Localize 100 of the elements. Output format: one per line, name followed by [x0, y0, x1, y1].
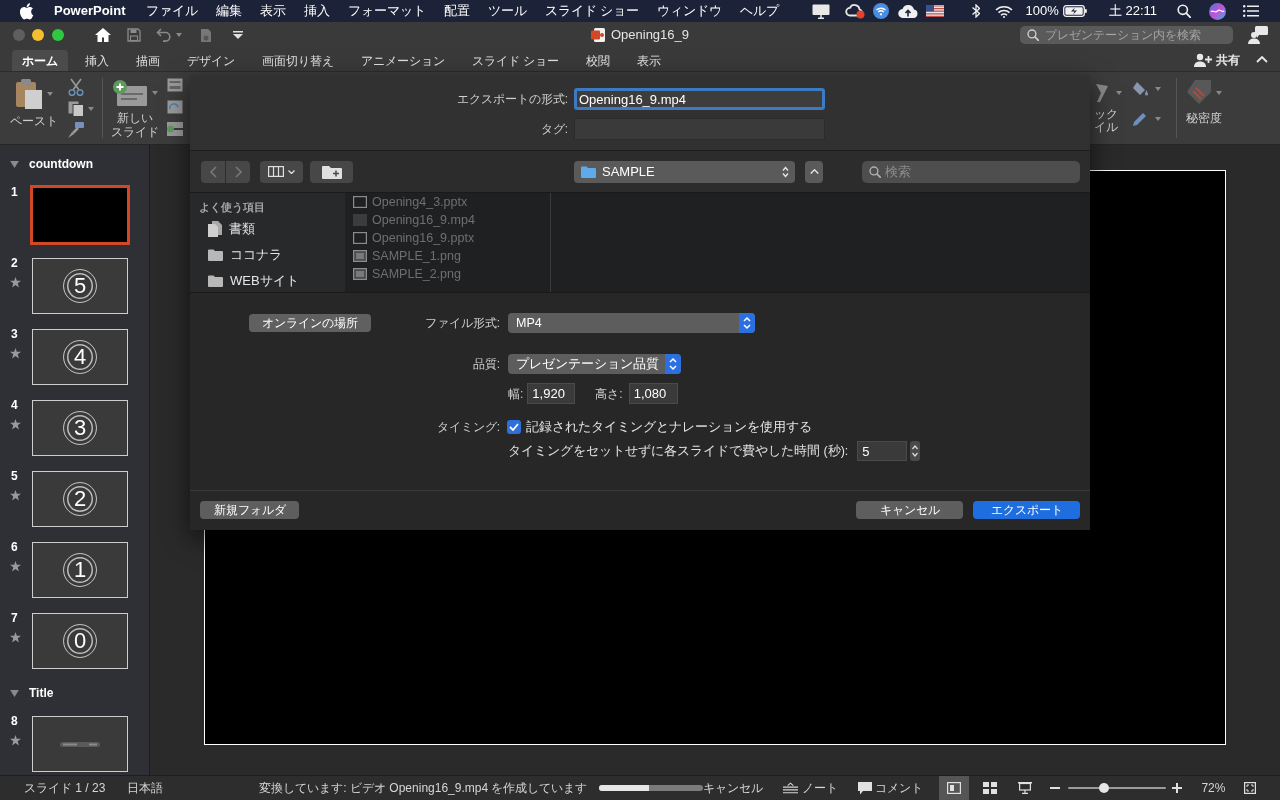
minimize-button[interactable] — [32, 29, 44, 41]
disclosure-triangle-icon[interactable] — [10, 689, 19, 697]
sidebar-item[interactable]: 書類 — [208, 216, 255, 242]
menu-item[interactable]: 編集 — [215, 1, 242, 21]
width-field[interactable]: 1,920 — [527, 383, 576, 404]
ribbon-tab[interactable]: 挿入 — [75, 50, 119, 71]
slide-thumbnail[interactable]: 3 — [32, 400, 128, 456]
ribbon-tab[interactable]: 画面切り替え — [252, 50, 344, 71]
section-icon[interactable] — [167, 122, 183, 136]
view-options-button[interactable] — [260, 160, 303, 183]
parent-folder-button[interactable] — [805, 160, 823, 183]
zoom-percentage[interactable]: 72% — [1201, 779, 1226, 797]
undo-icon[interactable] — [156, 28, 172, 42]
checkbox[interactable] — [507, 420, 521, 434]
menu-item[interactable]: ウィンドウ — [657, 1, 723, 21]
ribbon-tab[interactable]: スライド ショー — [462, 50, 570, 71]
style-button[interactable]: ック イル — [1094, 84, 1122, 134]
zoom-slider[interactable] — [1068, 783, 1167, 793]
new-folder-icon-button[interactable] — [310, 160, 353, 183]
share-button[interactable]: 共有 — [1194, 50, 1240, 69]
pencil-icon[interactable] — [1132, 111, 1149, 127]
quality-dropdown[interactable]: プレゼンテーション品質 — [508, 354, 681, 374]
plus-icon[interactable] — [1172, 783, 1183, 793]
menu-item[interactable]: ヘルプ — [740, 1, 780, 21]
fit-to-window-icon[interactable] — [1244, 782, 1257, 794]
wifi-icon[interactable] — [994, 4, 1013, 18]
filename-field[interactable]: Opening16_9.mp4 — [574, 88, 825, 110]
customize-toolbar-icon[interactable] — [233, 31, 243, 39]
caret-icon[interactable] — [1155, 117, 1161, 121]
comment-icon[interactable] — [1248, 26, 1268, 44]
caret-up-icon[interactable] — [1256, 56, 1268, 63]
caret-icon[interactable] — [176, 33, 182, 37]
menu-item[interactable]: ファイル — [145, 1, 198, 21]
search-icon[interactable] — [1177, 4, 1191, 18]
paint-bucket-icon[interactable] — [1132, 81, 1149, 97]
view-button[interactable] — [939, 776, 970, 800]
save-icon[interactable] — [127, 28, 141, 42]
caret-icon[interactable] — [88, 107, 94, 111]
slide-thumbnail[interactable]: 2 — [32, 471, 128, 527]
comments-button[interactable]: コメント — [858, 779, 924, 797]
cancel-link[interactable]: キャンセル — [703, 779, 764, 797]
online-locations-button[interactable]: オンラインの場所 — [249, 314, 371, 332]
sidebar-item[interactable]: WEBサイト — [208, 268, 299, 292]
ribbon-tab[interactable]: デザイン — [177, 50, 245, 71]
menu-item[interactable]: 配置 — [443, 1, 470, 21]
battery-charging-icon[interactable] — [1062, 5, 1087, 17]
sensitivity-button[interactable]: 秘密度 — [1186, 80, 1222, 125]
flag-icon[interactable] — [925, 5, 944, 17]
slide-thumbnail[interactable]: 0 — [32, 613, 128, 669]
ribbon-tab[interactable]: 表示 — [627, 50, 672, 71]
menu-item[interactable]: ツール — [487, 1, 527, 21]
disclosure-triangle-icon[interactable] — [10, 160, 19, 168]
menu-bar-clock[interactable]: 土 22:11 — [1108, 1, 1157, 21]
stepper[interactable] — [910, 441, 921, 461]
display-icon[interactable] — [811, 3, 830, 19]
slide-thumbnail[interactable]: 4 — [32, 329, 128, 385]
seconds-field[interactable]: 5 — [857, 441, 908, 461]
language-indicator[interactable]: 日本語 — [127, 779, 164, 797]
new-slide-button[interactable]: 新しい スライド — [111, 80, 159, 139]
siri-icon[interactable] — [1209, 2, 1226, 20]
wifi-badge-icon[interactable] — [872, 3, 889, 19]
menu-item[interactable]: 挿入 — [303, 1, 330, 21]
height-field[interactable]: 1,080 — [628, 383, 678, 404]
slide-thumbnail[interactable]: 5 — [32, 258, 128, 314]
home-icon[interactable] — [94, 27, 112, 43]
scissors-icon[interactable] — [68, 78, 84, 96]
app-name[interactable]: PowerPoint — [54, 1, 126, 21]
apple-icon[interactable] — [20, 2, 34, 20]
cloud-upload-icon[interactable] — [897, 4, 918, 18]
slider-thumb[interactable] — [1098, 783, 1109, 793]
search-field[interactable]: 検索 — [862, 160, 1080, 183]
ribbon-tab[interactable]: ホーム — [12, 50, 68, 71]
notes-button[interactable]: ノート — [783, 779, 839, 797]
minus-icon[interactable] — [1050, 787, 1061, 789]
ribbon-tab[interactable]: 校閲 — [576, 50, 621, 71]
export-button[interactable]: エクスポート — [973, 501, 1080, 519]
menu-item[interactable]: フォーマット — [347, 1, 426, 21]
ribbon-tab[interactable]: 描画 — [126, 50, 170, 71]
sidebar-item[interactable]: ココナラ — [208, 242, 282, 268]
menu-item[interactable]: 表示 — [259, 1, 286, 21]
slide-thumbnail[interactable]: 1 — [32, 542, 128, 598]
slide-thumbnail[interactable] — [30, 185, 130, 245]
list-icon[interactable] — [1243, 5, 1259, 17]
cloud-notification-icon[interactable] — [844, 3, 865, 19]
search-field[interactable]: プレゼンテーション内を検索 — [1020, 26, 1233, 44]
menu-item[interactable]: スライド ショー — [544, 1, 640, 21]
new-folder-button[interactable]: 新規フォルダ — [200, 501, 299, 519]
section-title[interactable]: Title — [29, 684, 54, 702]
document-icon[interactable] — [200, 27, 212, 43]
caret-icon[interactable] — [1155, 87, 1161, 91]
paste-button[interactable]: ペースト — [10, 79, 58, 128]
copy-icon[interactable] — [68, 101, 84, 117]
brush-icon[interactable] — [68, 122, 84, 138]
zoom-button[interactable] — [52, 29, 64, 41]
location-dropdown[interactable]: SAMPLE — [574, 160, 795, 183]
file-format-dropdown[interactable]: MP4 — [508, 313, 755, 333]
cancel-button[interactable]: キャンセル — [856, 501, 963, 519]
bluetooth-icon[interactable] — [971, 4, 980, 18]
section-title[interactable]: countdown — [29, 155, 93, 173]
ribbon-tab[interactable]: アニメーション — [351, 50, 455, 71]
